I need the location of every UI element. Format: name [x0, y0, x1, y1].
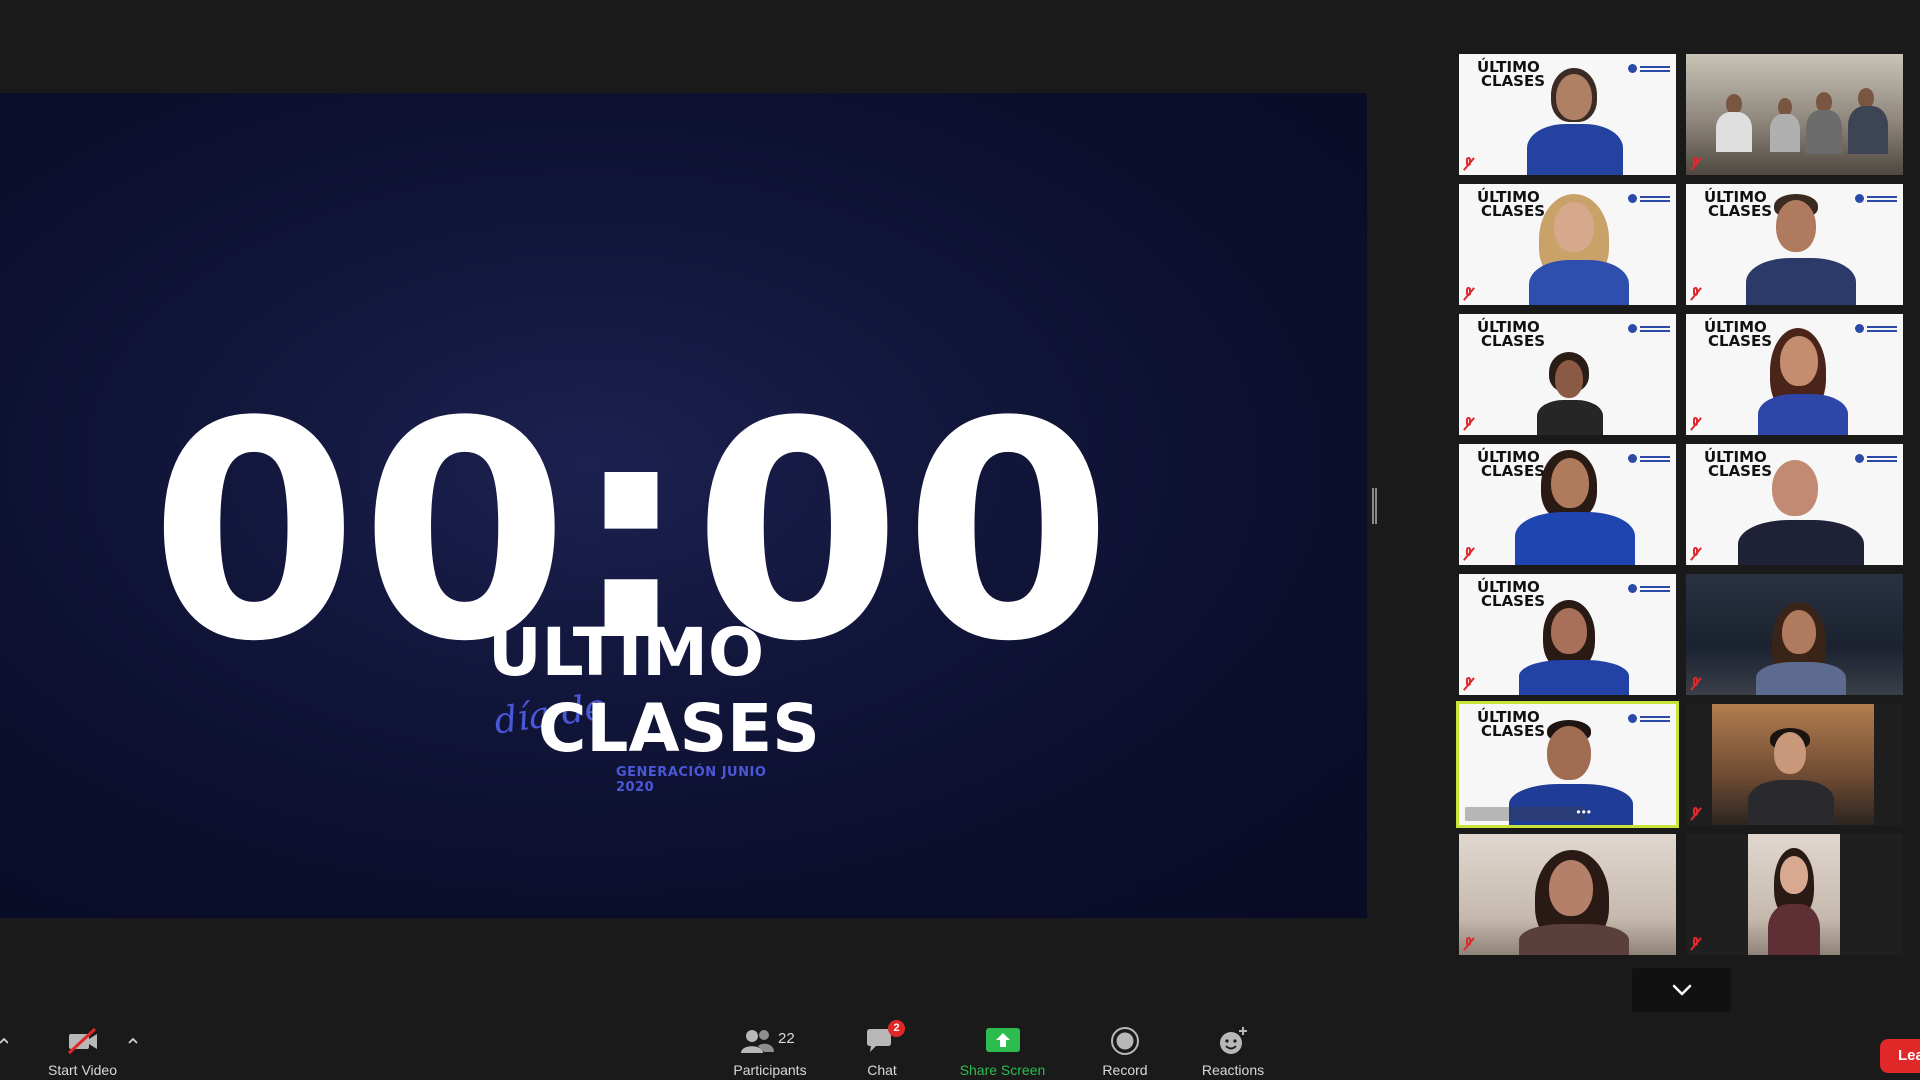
tile-logo-line2: CLASES	[1481, 722, 1546, 740]
tile-logo-line2: CLASES	[1481, 72, 1546, 90]
muted-mic-icon	[1690, 677, 1702, 691]
video-options-chevron[interactable]	[126, 1034, 140, 1048]
brand-mark-icon	[1628, 64, 1670, 74]
muted-mic-icon	[1690, 547, 1702, 561]
chevron-up-icon	[0, 1037, 9, 1044]
participant-video-tile[interactable]: ÚLTIMO CLASES	[1686, 444, 1903, 565]
gallery-scroll-down-button[interactable]	[1632, 968, 1731, 1012]
participants-button[interactable]: 22 Participants	[720, 1026, 820, 1080]
panel-resize-handle[interactable]	[1372, 488, 1377, 524]
event-logo: ÚLTIMO día de CLASES GENERACIÓN JUNIO 20…	[488, 614, 820, 848]
tile-event-logo: ÚLTIMO CLASES	[1477, 710, 1546, 740]
start-video-button[interactable]: Start Video	[30, 1026, 135, 1080]
leave-meeting-button[interactable]: Lea	[1880, 1039, 1920, 1073]
brand-mark-icon	[1628, 324, 1670, 334]
muted-mic-icon	[1463, 157, 1475, 171]
tile-logo-line2: CLASES	[1708, 202, 1773, 220]
participant-video-tile[interactable]	[1686, 574, 1903, 695]
participant-video-tile[interactable]: ÚLTIMO CLASES	[1459, 184, 1676, 305]
participant-name-bar	[1465, 807, 1585, 821]
tile-logo-line2: CLASES	[1481, 462, 1546, 480]
tile-logo-line2: CLASES	[1708, 462, 1773, 480]
chevron-down-icon	[1672, 984, 1691, 996]
logo-ultimo-text: ÚLTIMO	[488, 614, 765, 691]
participant-video-tile[interactable]: ÚLTIMO CLASES	[1459, 54, 1676, 175]
participant-video-tile[interactable]	[1686, 704, 1903, 825]
active-speaker-video-tile[interactable]: ÚLTIMO CLASES •••	[1456, 701, 1679, 828]
participant-video-tile[interactable]: ÚLTIMO CLASES	[1459, 314, 1676, 435]
tile-event-logo: ÚLTIMO CLASES	[1477, 60, 1546, 90]
meeting-toolbar: Start Video 22 Participants 2 Chat Share…	[0, 1020, 1920, 1080]
muted-mic-icon	[1463, 937, 1475, 951]
logo-clases-text: CLASES	[538, 690, 820, 767]
chat-unread-badge: 2	[888, 1020, 905, 1037]
muted-mic-icon	[1690, 157, 1702, 171]
reactions-button[interactable]: Reactions	[1195, 1026, 1271, 1080]
participant-video-feed	[1712, 704, 1874, 825]
brand-mark-icon	[1855, 194, 1897, 204]
muted-mic-icon	[1690, 417, 1702, 431]
video-off-icon	[63, 1026, 103, 1056]
participant-video-feed	[1748, 834, 1840, 955]
muted-mic-icon	[1690, 937, 1702, 951]
muted-mic-icon	[1463, 287, 1475, 301]
tile-event-logo: ÚLTIMO CLASES	[1477, 580, 1546, 610]
share-screen-button[interactable]: Share Screen	[950, 1026, 1055, 1080]
tile-logo-line2: CLASES	[1481, 202, 1546, 220]
tile-logo-line2: CLASES	[1481, 592, 1546, 610]
shared-screen: 00:00 ÚLTIMO día de CLASES GENERACIÓN JU…	[0, 93, 1367, 918]
participant-video-tile[interactable]: ÚLTIMO CLASES	[1459, 444, 1676, 565]
record-label: Record	[1102, 1062, 1148, 1078]
tile-event-logo: ÚLTIMO CLASES	[1704, 320, 1773, 350]
brand-mark-icon	[1628, 454, 1670, 464]
participants-icon: 22	[740, 1026, 800, 1056]
share-screen-icon	[985, 1026, 1020, 1056]
muted-mic-icon	[1463, 677, 1475, 691]
participants-count: 22	[778, 1030, 795, 1047]
share-screen-label: Share Screen	[959, 1062, 1046, 1078]
chat-button[interactable]: 2 Chat	[852, 1020, 912, 1080]
participant-video-tile[interactable]: ÚLTIMO CLASES	[1686, 314, 1903, 435]
tile-event-logo: ÚLTIMO CLASES	[1704, 450, 1773, 480]
brand-mark-icon	[1628, 194, 1670, 204]
tile-event-logo: ÚLTIMO CLASES	[1477, 450, 1546, 480]
tile-logo-line2: CLASES	[1708, 332, 1773, 350]
muted-mic-icon	[1690, 287, 1702, 301]
brand-mark-icon	[1628, 584, 1670, 594]
participant-video-tile[interactable]: ÚLTIMO CLASES	[1686, 184, 1903, 305]
reactions-label: Reactions	[1201, 1062, 1265, 1078]
participant-gallery: ÚLTIMO CLASES ÚLTIMO CLASES ÚLTIMO CLASE…	[1456, 54, 1903, 960]
participants-label: Participants	[733, 1062, 807, 1078]
logo-generation-text: GENERACIÓN JUNIO 2020	[616, 765, 767, 795]
muted-mic-icon	[1690, 807, 1702, 821]
tile-event-logo: ÚLTIMO CLASES	[1704, 190, 1773, 220]
tile-event-logo: ÚLTIMO CLASES	[1477, 320, 1546, 350]
chat-icon: 2	[864, 1020, 905, 1056]
participant-video-tile[interactable]: ÚLTIMO CLASES	[1459, 574, 1676, 695]
record-icon	[1110, 1026, 1140, 1056]
participant-video-tile[interactable]	[1686, 834, 1903, 955]
more-options-icon[interactable]: •••	[1576, 805, 1592, 819]
tile-logo-line2: CLASES	[1481, 332, 1546, 350]
participant-video-tile[interactable]	[1686, 54, 1903, 175]
brand-mark-icon	[1628, 714, 1670, 724]
muted-mic-icon	[1463, 417, 1475, 431]
zoom-meeting-window: 00:00 ÚLTIMO día de CLASES GENERACIÓN JU…	[0, 0, 1920, 1080]
chat-label: Chat	[867, 1062, 897, 1078]
participant-video-tile[interactable]	[1459, 834, 1676, 955]
record-button[interactable]: Record	[1090, 1026, 1160, 1080]
brand-mark-icon	[1855, 324, 1897, 334]
brand-mark-icon	[1855, 454, 1897, 464]
tile-event-logo: ÚLTIMO CLASES	[1477, 190, 1546, 220]
reactions-icon	[1217, 1026, 1249, 1056]
muted-mic-icon	[1463, 547, 1475, 561]
chevron-up-icon	[128, 1037, 138, 1044]
audio-options-chevron[interactable]	[0, 1034, 9, 1048]
start-video-label: Start Video	[47, 1062, 117, 1078]
